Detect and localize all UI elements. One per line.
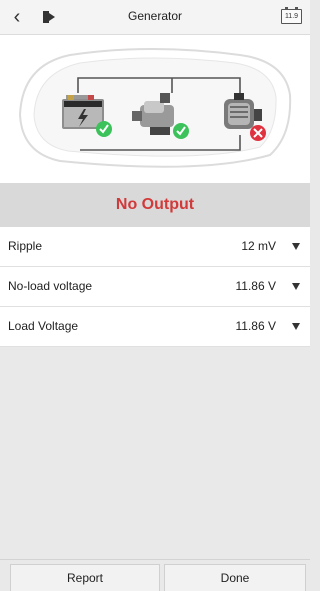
battery-icon [62, 95, 104, 129]
starter-ok-check-icon [173, 123, 189, 139]
system-diagram [0, 35, 310, 183]
exit-icon[interactable] [40, 7, 60, 27]
measurement-value: 12 mV [241, 239, 276, 253]
measurement-value: 11.86 V [235, 279, 276, 293]
back-arrow-icon[interactable]: ‹ [6, 6, 28, 28]
battery-ok-check-icon [96, 121, 112, 137]
expand-caret-icon[interactable] [292, 243, 300, 250]
measurement-row-load-voltage[interactable]: Load Voltage 11.86 V [0, 307, 310, 347]
measurement-row-no-load-voltage[interactable]: No-load voltage 11.86 V [0, 267, 310, 307]
measurement-value: 11.86 V [235, 319, 276, 333]
bottom-action-bar: Report Done [0, 559, 310, 591]
generator-fault-x-icon [250, 125, 266, 141]
top-bar: ‹ Generator 11.9 [0, 0, 310, 35]
measurement-label: Ripple [8, 239, 43, 253]
result-status-text: No Output [115, 196, 195, 213]
battery-voltage-icon: 11.9 [281, 7, 302, 24]
report-button[interactable]: Report [10, 564, 160, 591]
measurement-label: Load Voltage [8, 319, 79, 333]
page-title: Generator [127, 9, 183, 23]
measurement-list: Ripple 12 mV No-load voltage 11.86 V Loa… [0, 227, 310, 347]
measurement-row-ripple[interactable]: Ripple 12 mV [0, 227, 310, 267]
expand-caret-icon[interactable] [292, 323, 300, 330]
result-status-bar: No Output [0, 183, 310, 227]
done-button[interactable]: Done [164, 564, 306, 591]
measurement-label: No-load voltage [8, 279, 93, 293]
expand-caret-icon[interactable] [292, 283, 300, 290]
